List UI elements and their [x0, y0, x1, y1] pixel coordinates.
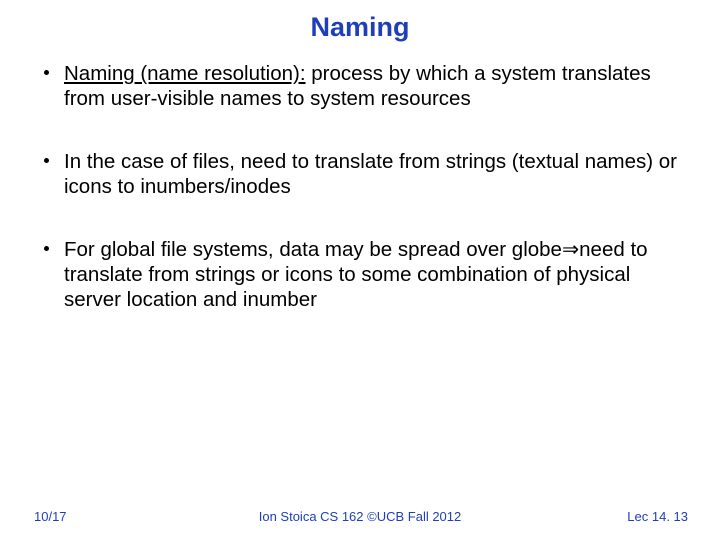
bullet-dot-icon: [44, 158, 49, 163]
slide-title: Naming: [0, 12, 720, 43]
bullet-item: For global file systems, data may be spr…: [44, 237, 692, 312]
slide-footer: 10/17 Ion Stoica CS 162 ©UCB Fall 2012 L…: [0, 509, 720, 524]
bullet-text-a: For global file systems, data may be spr…: [64, 238, 562, 261]
bullet-lead: Naming (name resolution):: [64, 62, 306, 85]
footer-attribution: Ion Stoica CS 162 ©UCB Fall 2012: [0, 509, 720, 524]
bullet-item: In the case of files, need to translate …: [44, 149, 692, 199]
bullet-dot-icon: [44, 70, 49, 75]
bullet-dot-icon: [44, 246, 49, 251]
slide-body: Naming (name resolution): process by whi…: [0, 61, 720, 312]
arrow-icon: ⇒: [562, 238, 579, 261]
bullet-text: In the case of files, need to translate …: [64, 150, 677, 198]
bullet-item: Naming (name resolution): process by whi…: [44, 61, 692, 111]
slide: Naming Naming (name resolution): process…: [0, 0, 720, 540]
